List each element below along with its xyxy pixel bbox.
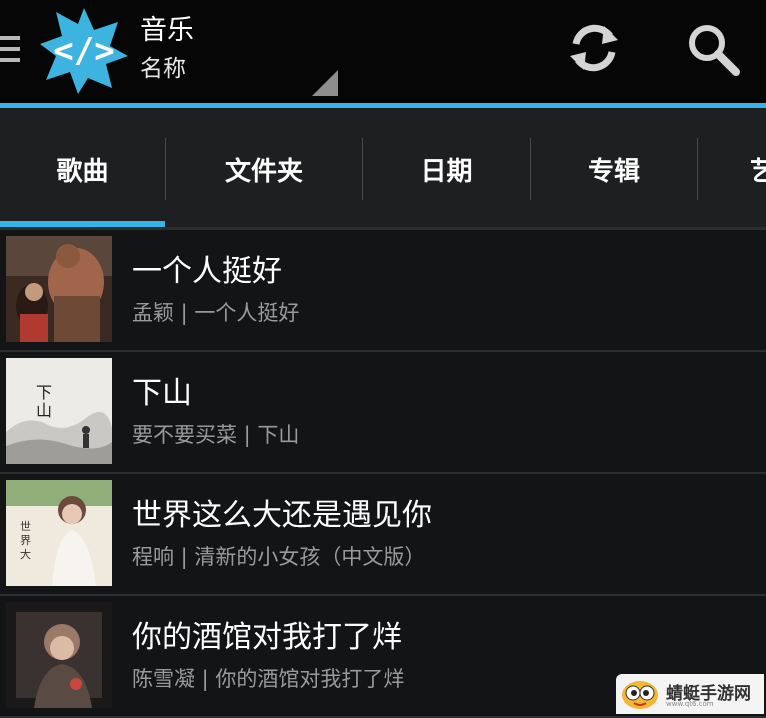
svg-text:山: 山 <box>36 401 52 420</box>
tab-selected-indicator <box>0 221 165 227</box>
action-bar: </> 音乐 名称 <box>0 0 766 104</box>
album-cover-image: 下 山 <box>6 358 112 464</box>
svg-text:世: 世 <box>20 520 31 533</box>
refresh-icon[interactable] <box>564 18 624 78</box>
song-artist-album: 程响 | 清新的小女孩（中文版） <box>132 545 426 569</box>
song-title: 你的酒馆对我打了烊 <box>132 620 402 655</box>
album-cover-image <box>6 236 112 342</box>
song-row[interactable]: 下 山 下山 要不要买菜 | 下山 <box>0 352 766 474</box>
svg-text:大: 大 <box>20 547 31 561</box>
title-block[interactable]: 音乐 名称 <box>140 14 194 84</box>
tab-songs[interactable]: 歌曲 <box>0 108 165 230</box>
tab-artists[interactable]: 艺 <box>750 108 766 230</box>
hamburger-icon[interactable] <box>0 36 20 66</box>
dragonfly-logo-icon <box>622 681 658 709</box>
svg-text:下: 下 <box>36 383 52 402</box>
song-row[interactable]: 世 界 大 世界这么大还是遇见你 程响 | 清新的小女孩（中文版） <box>0 474 766 596</box>
svg-text:界: 界 <box>20 534 31 547</box>
tab-bar: 歌曲 文件夹 日期 专辑 艺 <box>0 108 766 230</box>
app-logo-icon[interactable]: </> <box>38 6 130 94</box>
sort-subtitle: 名称 <box>140 56 186 82</box>
app-title: 音乐 <box>140 15 194 46</box>
tab-divider <box>697 138 698 200</box>
album-cover-image: 世 界 大 <box>6 480 112 586</box>
tab-date[interactable]: 日期 <box>363 108 530 230</box>
svg-text:</>: </> <box>53 31 114 71</box>
tab-folders[interactable]: 文件夹 <box>166 108 362 230</box>
dropdown-corner-icon[interactable] <box>312 70 338 96</box>
song-title: 世界这么大还是遇见你 <box>132 498 432 533</box>
album-cover-image <box>6 602 112 708</box>
site-watermark: 蜻蜓手游网 www.qt6.com <box>616 674 764 714</box>
song-artist-album: 要不要买菜 | 下山 <box>132 423 300 447</box>
song-list: 一个人挺好 孟颖 | 一个人挺好 下 山 下山 要不要买菜 | 下山 世 界 大… <box>0 230 766 718</box>
song-artist-album: 陈雪凝 | 你的酒馆对我打了烊 <box>132 667 405 691</box>
song-row[interactable]: 一个人挺好 孟颖 | 一个人挺好 <box>0 230 766 352</box>
song-artist-album: 孟颖 | 一个人挺好 <box>132 301 300 325</box>
search-icon[interactable] <box>684 20 742 78</box>
watermark-url: www.qt6.com <box>666 700 714 708</box>
tab-albums[interactable]: 专辑 <box>531 108 697 230</box>
song-title: 一个人挺好 <box>132 254 282 289</box>
song-title: 下山 <box>132 376 192 411</box>
